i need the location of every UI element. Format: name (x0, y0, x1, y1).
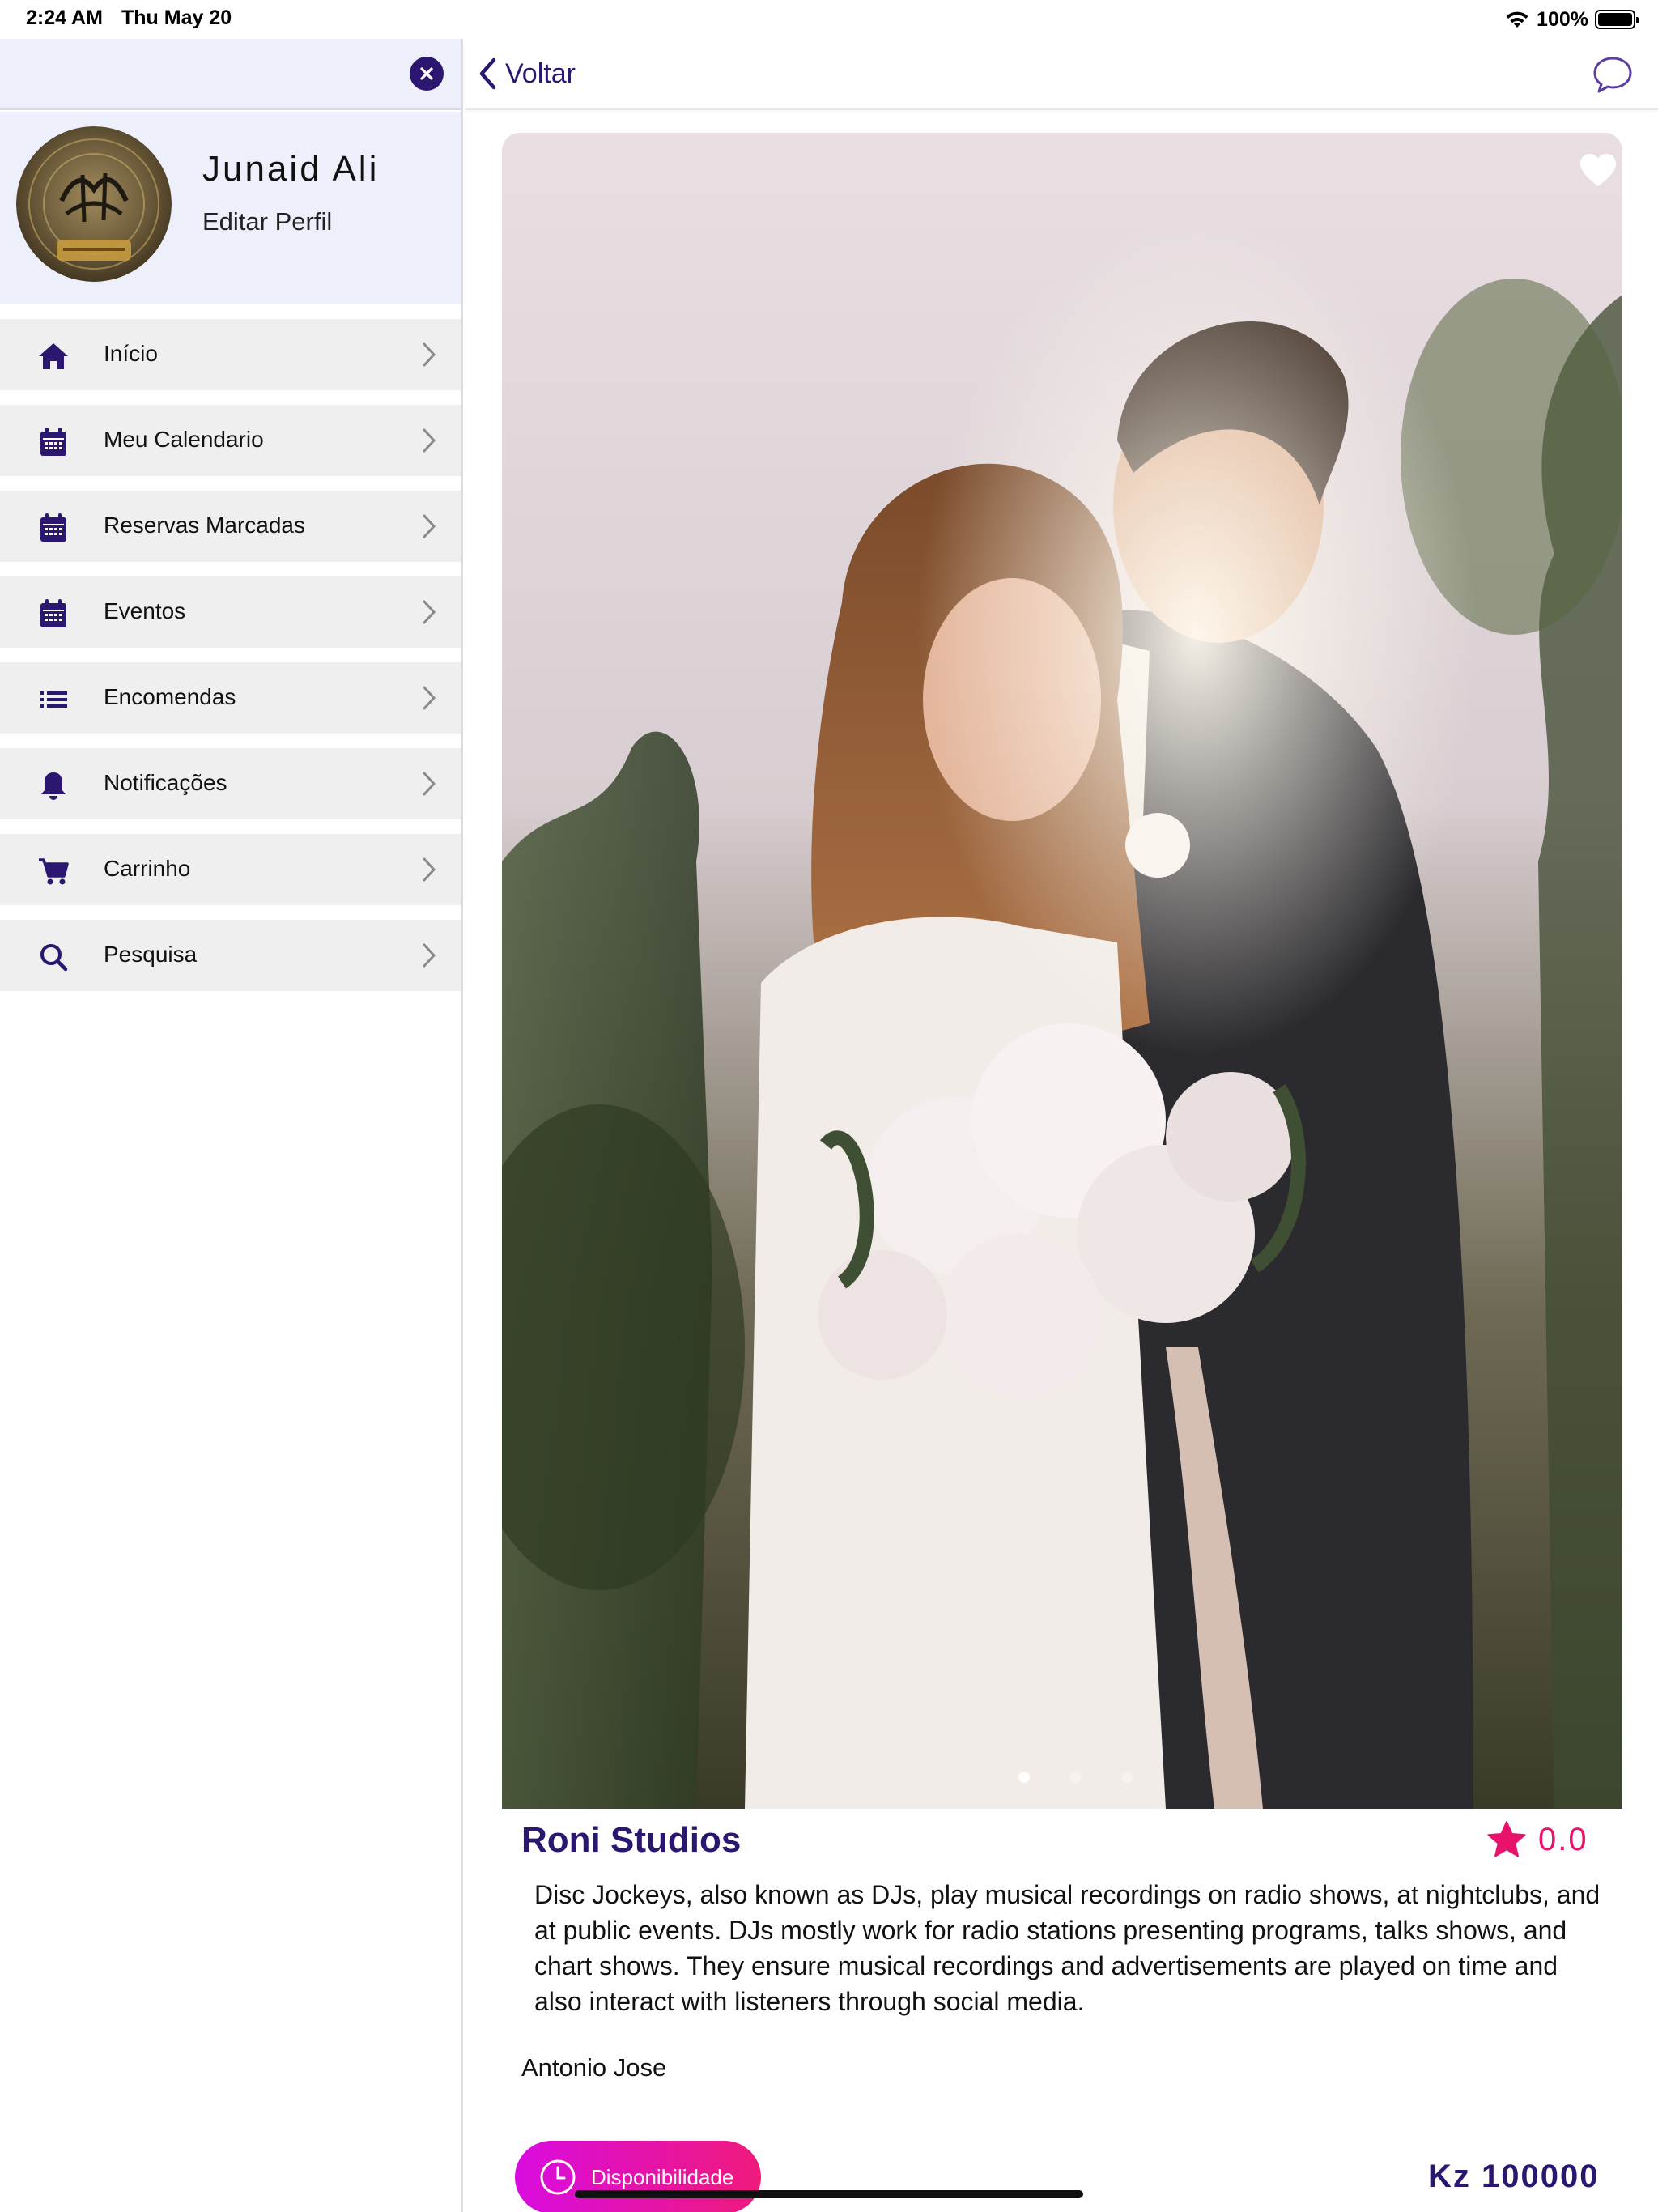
battery-percentage: 100% (1537, 7, 1588, 31)
sidebar-item-reservas-marcadas[interactable]: Reservas Marcadas (0, 491, 461, 562)
sidebar-item-label: Notificações (104, 770, 227, 795)
clock-icon (540, 2159, 576, 2195)
listing-photo[interactable] (502, 133, 1622, 1809)
sidebar-item-label: Início (104, 341, 158, 366)
home-icon (39, 343, 68, 369)
sidebar-item-pesquisa[interactable]: Pesquisa (0, 920, 461, 991)
wifi-icon (1506, 11, 1528, 28)
sidebar-item-eventos[interactable]: Eventos (0, 576, 461, 648)
battery-icon (1595, 10, 1639, 29)
edit-profile-link[interactable]: Editar Perfil (202, 207, 332, 236)
sidebar-item-label: Encomendas (104, 684, 236, 709)
chevron-right-icon (423, 600, 436, 624)
calendar-icon (40, 599, 66, 627)
chevron-right-icon (423, 342, 436, 367)
sidebar-item-notificacoes[interactable]: Notificações (0, 748, 461, 819)
sidebar-item-encomendas[interactable]: Encomendas (0, 662, 461, 734)
profile-name: Junaid Ali (202, 149, 380, 189)
chevron-left-icon (479, 57, 496, 90)
sidebar-item-label: Meu Calendario (104, 427, 264, 452)
sidebar: Junaid Ali Editar Perfil Início Meu Cale… (0, 39, 463, 2212)
carousel-dot[interactable] (1018, 1772, 1030, 1783)
status-indicators: 100% (1504, 5, 1639, 34)
avatar[interactable] (16, 126, 172, 282)
sidebar-item-inicio[interactable]: Início (0, 319, 461, 390)
sidebar-menu: Início Meu Calendario Reservas Marcadas (0, 319, 461, 1006)
sidebar-item-meu-calendario[interactable]: Meu Calendario (0, 405, 461, 476)
rating: 0.0 (1486, 1819, 1588, 1861)
sidebar-item-label: Carrinho (104, 856, 191, 881)
chevron-right-icon (423, 686, 436, 710)
chevron-right-icon (423, 772, 436, 796)
sidebar-item-label: Pesquisa (104, 942, 198, 967)
availability-label: Disponibilidade (591, 2164, 734, 2189)
calendar-icon (40, 513, 66, 542)
owner-name: Antonio Jose (521, 2053, 667, 2082)
close-icon (420, 67, 433, 80)
search-icon (40, 944, 68, 972)
carousel-dot[interactable] (1070, 1772, 1082, 1783)
chevron-right-icon (423, 428, 436, 453)
listing-description: Disc Jockeys, also known as DJs, play mu… (534, 1880, 1601, 2016)
status-date: Thu May 20 (121, 6, 232, 29)
cart-icon (39, 858, 69, 885)
chat-bubble-icon[interactable] (1592, 55, 1634, 94)
rating-value: 0.0 (1538, 1821, 1588, 1857)
back-button[interactable]: Voltar (478, 53, 576, 94)
carousel-dot[interactable] (1122, 1772, 1133, 1783)
calendar-icon (40, 428, 66, 456)
carousel-pagination (502, 1772, 1622, 1788)
sidebar-header (0, 39, 461, 110)
status-time: 2:24 AM (26, 6, 103, 29)
chevron-right-icon (423, 943, 436, 968)
heart-icon[interactable] (1579, 152, 1618, 188)
bell-icon (41, 772, 66, 800)
sidebar-item-label: Eventos (104, 598, 186, 623)
home-indicator[interactable] (575, 2190, 1083, 2198)
main-content: Voltar Roni Studios 0.0 Disc Jockeys, al… (465, 39, 1658, 2212)
sidebar-item-label: Reservas Marcadas (104, 513, 305, 538)
sidebar-item-carrinho[interactable]: Carrinho (0, 834, 461, 905)
availability-button[interactable]: Disponibilidade (515, 2141, 761, 2212)
price: Kz 100000 (1428, 2159, 1600, 2194)
profile-panel: Junaid Ali Editar Perfil (0, 112, 461, 304)
close-sidebar-button[interactable] (410, 57, 444, 91)
status-bar: 2:24 AM Thu May 20 100% (0, 0, 1658, 39)
navigation-bar: Voltar (465, 39, 1658, 110)
listing-title: Roni Studios (521, 1820, 742, 1860)
chevron-right-icon (423, 857, 436, 882)
star-icon (1487, 1821, 1526, 1857)
chevron-right-icon (423, 514, 436, 538)
list-icon (40, 691, 67, 708)
back-label: Voltar (505, 57, 576, 89)
